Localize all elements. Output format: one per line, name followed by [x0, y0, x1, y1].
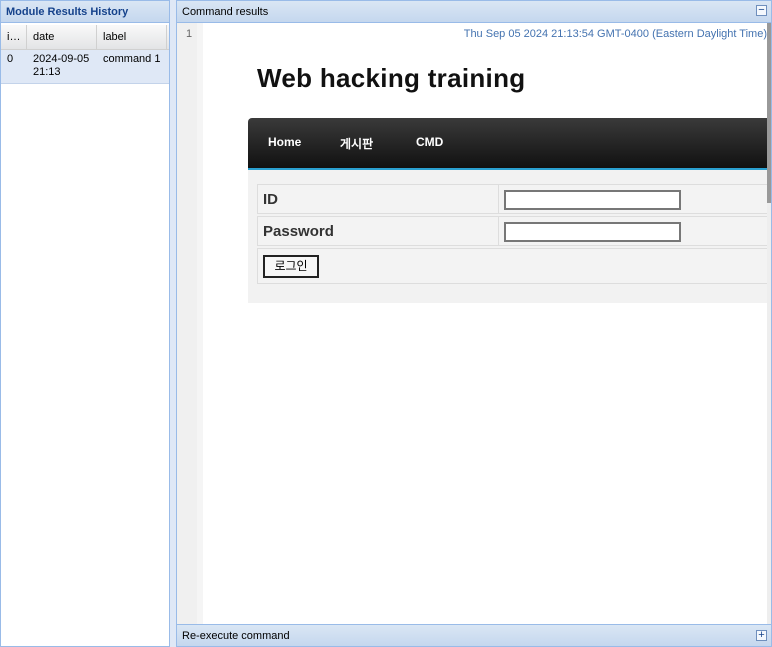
cell-date: 2024-09-05 21:13 [27, 50, 97, 83]
login-form: ID Password 로그인 [248, 170, 771, 303]
scroll-thumb[interactable] [767, 23, 771, 203]
rendered-navbar: Home 게시판 CMD [248, 118, 771, 170]
grid-header: i… date label [1, 25, 169, 50]
cell-date-day: 2024-09-05 [33, 53, 90, 65]
line-gutter: 1 [177, 23, 198, 624]
panel-title: Command results [182, 6, 269, 18]
rendered-page-title: Web hacking training [257, 63, 526, 93]
nav-cmd[interactable]: CMD [416, 135, 443, 149]
nav-board[interactable]: 게시판 [340, 135, 373, 152]
id-label: ID [263, 191, 278, 208]
line-number: 1 [186, 28, 193, 40]
re-execute-bar[interactable]: Re-execute command + [177, 624, 771, 646]
expand-icon[interactable]: + [756, 630, 767, 641]
password-input[interactable] [504, 222, 681, 242]
module-results-history-panel: Module Results History i… date label 0 2… [0, 0, 170, 647]
re-execute-label: Re-execute command [182, 630, 290, 642]
divider [498, 217, 499, 245]
table-row[interactable]: 0 2024-09-05 21:13 command 1 [1, 50, 169, 84]
nav-home[interactable]: Home [268, 135, 301, 149]
id-row: ID [257, 184, 771, 214]
cell-date-time: 21:13 [33, 66, 61, 78]
scrollbar[interactable] [767, 23, 771, 624]
login-button[interactable]: 로그인 [263, 255, 319, 278]
column-header-date[interactable]: date [27, 25, 97, 49]
password-row: Password [257, 216, 771, 246]
divider [498, 185, 499, 213]
command-results-panel: Command results − 1 Thu Sep 05 2024 21:1… [176, 0, 772, 647]
results-content: 1 Thu Sep 05 2024 21:13:54 GMT-0400 (Eas… [177, 23, 771, 624]
result-timestamp: Thu Sep 05 2024 21:13:54 GMT-0400 (Easte… [463, 28, 767, 40]
column-header-id[interactable]: i… [1, 25, 27, 49]
cell-label: command 1 [103, 53, 161, 65]
column-header-label[interactable]: label [97, 25, 167, 49]
cell-id: 0 [7, 53, 14, 65]
password-label: Password [263, 223, 334, 240]
button-row: 로그인 [257, 248, 771, 284]
id-input[interactable] [504, 190, 681, 210]
login-table: ID Password 로그인 [257, 184, 771, 284]
command-results-header: Command results − [177, 1, 771, 23]
gutter-strip [197, 23, 203, 624]
collapse-icon[interactable]: − [756, 5, 767, 16]
panel-title: Module Results History [1, 1, 169, 23]
